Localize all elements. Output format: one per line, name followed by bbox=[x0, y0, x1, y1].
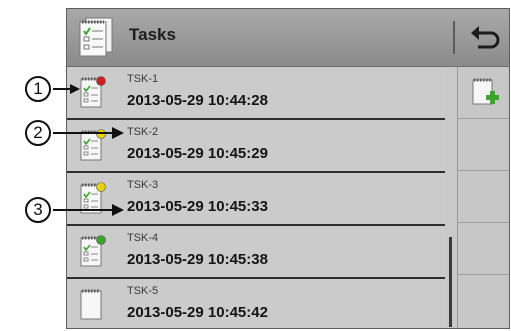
header-bar: Tasks bbox=[67, 9, 509, 67]
add-task-button[interactable] bbox=[458, 67, 509, 119]
task-row[interactable]: TSK-2 2013-05-29 10:45:29 bbox=[67, 120, 445, 172]
side-button-3[interactable] bbox=[458, 171, 509, 223]
back-button[interactable] bbox=[466, 19, 504, 55]
task-id: TSK-4 bbox=[127, 232, 159, 244]
task-icon bbox=[80, 129, 106, 161]
task-row[interactable]: TSK-4 2013-05-29 10:45:38 bbox=[67, 226, 445, 278]
task-id: TSK-2 bbox=[127, 126, 159, 138]
task-row[interactable]: TSK-3 2013-05-29 10:45:33 bbox=[67, 173, 445, 225]
page-title: Tasks bbox=[129, 25, 176, 44]
tasks-screen: Tasks TSK-1 2013-05-29 10:44:28 TSK-2 2013-… bbox=[66, 8, 510, 329]
task-icon bbox=[80, 289, 102, 320]
task-icon bbox=[80, 182, 106, 214]
task-id: TSK-1 bbox=[127, 73, 159, 85]
callout-2: 2 bbox=[25, 120, 51, 146]
add-task-icon bbox=[472, 78, 499, 105]
task-datetime: 2013-05-29 10:45:38 bbox=[127, 251, 268, 268]
task-list: TSK-1 2013-05-29 10:44:28 TSK-2 2013-05-29 … bbox=[67, 67, 445, 328]
task-id: TSK-3 bbox=[127, 179, 159, 191]
task-datetime: 2013-05-29 10:44:28 bbox=[127, 92, 268, 109]
callout-3: 3 bbox=[25, 197, 51, 223]
task-row[interactable]: TSK-1 2013-05-29 10:44:28 bbox=[67, 67, 445, 119]
task-id: TSK-5 bbox=[127, 285, 159, 297]
task-row[interactable]: TSK-5 2013-05-29 10:45:42 bbox=[67, 279, 445, 328]
side-button-4[interactable] bbox=[458, 223, 509, 275]
task-icon bbox=[80, 76, 106, 108]
side-button-5[interactable] bbox=[458, 275, 509, 327]
header-divider bbox=[453, 21, 455, 54]
task-datetime: 2013-05-29 10:45:33 bbox=[127, 198, 268, 215]
callout-1: 1 bbox=[25, 76, 51, 102]
side-toolbar bbox=[457, 67, 509, 328]
scrollbar[interactable] bbox=[449, 237, 452, 327]
task-list-icon bbox=[79, 17, 113, 57]
task-icon bbox=[80, 235, 106, 267]
task-datetime: 2013-05-29 10:45:42 bbox=[127, 304, 268, 321]
side-button-2[interactable] bbox=[458, 119, 509, 171]
task-datetime: 2013-05-29 10:45:29 bbox=[127, 145, 268, 162]
